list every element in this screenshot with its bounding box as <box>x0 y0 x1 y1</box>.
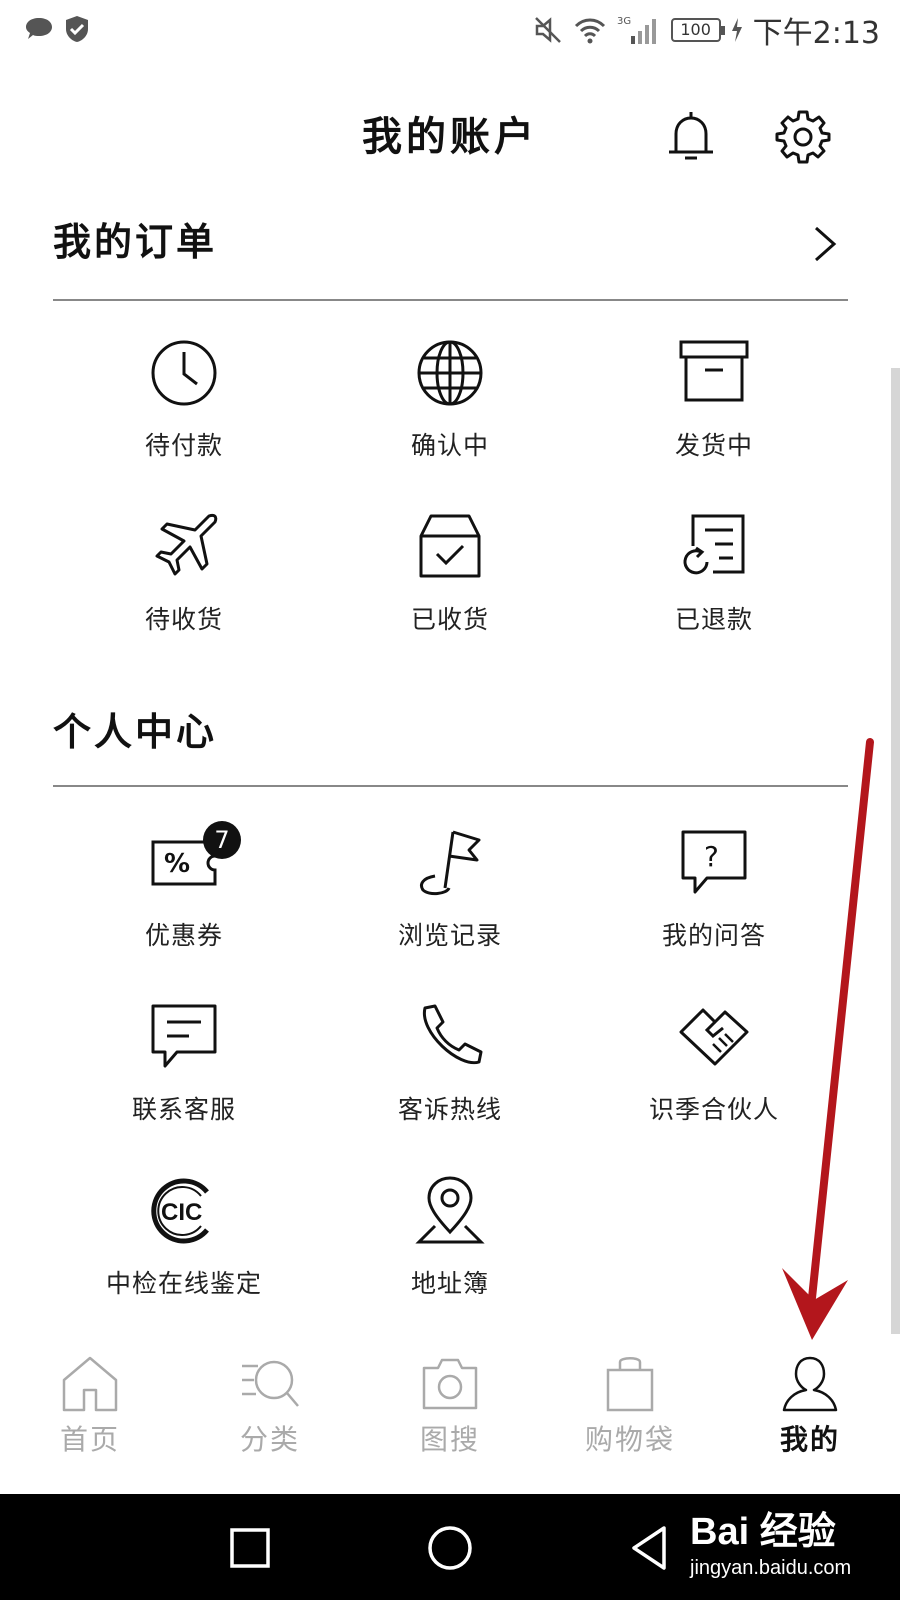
personal-item-label: 浏览记录 <box>397 921 502 950</box>
handshake-icon <box>679 1008 749 1066</box>
nav-label: 图搜 <box>419 1423 480 1456</box>
personal-item-label: 客诉热线 <box>397 1095 502 1124</box>
location-pin-icon <box>415 1176 485 1244</box>
nav-shopping-bag[interactable]: 购物袋 <box>540 1334 720 1456</box>
camera-icon <box>422 1358 478 1410</box>
order-item-label: 已退款 <box>674 605 753 634</box>
message-icon <box>151 1004 217 1068</box>
personal-item-cic-appraisal[interactable]: CIC 中检在线鉴定 <box>52 1176 316 1326</box>
status-time: 下午2:13 <box>752 16 880 51</box>
orders-divider <box>53 299 848 301</box>
chat-bubble-icon <box>26 18 52 39</box>
signal-icon: 3G <box>617 16 656 44</box>
bottom-nav: 首页 分类 图搜 购物袋 我的 <box>0 1334 900 1464</box>
airplane-icon <box>155 513 218 576</box>
mute-icon <box>534 17 561 43</box>
svg-text:CIC: CIC <box>161 1199 202 1226</box>
svg-text:?: ? <box>704 840 719 873</box>
personal-title: 个人中心 <box>53 709 218 754</box>
globe-icon <box>417 340 483 406</box>
order-item-confirming[interactable]: 确认中 <box>318 338 582 488</box>
nav-label: 分类 <box>239 1423 300 1456</box>
personal-item-address-book[interactable]: 地址簿 <box>318 1176 582 1326</box>
watermark-sub: jingyan.baidu.com <box>690 1557 852 1579</box>
svg-text:%: % <box>164 849 190 879</box>
order-item-refunded[interactable]: 已退款 <box>582 512 846 662</box>
page-header: 我的账户 <box>0 96 900 176</box>
shield-check-icon <box>66 16 88 42</box>
personal-item-qa[interactable]: ? 我的问答 <box>582 828 846 978</box>
watermark-main: Bai 经验 <box>690 1511 836 1553</box>
clock-icon <box>151 340 217 406</box>
nav-label: 购物袋 <box>584 1423 675 1456</box>
personal-divider <box>53 785 848 787</box>
orders-title: 我的订单 <box>53 219 218 264</box>
order-item-received[interactable]: 已收货 <box>318 512 582 662</box>
order-item-to-receive[interactable]: 待收货 <box>52 512 316 662</box>
personal-header: 个人中心 <box>53 702 848 762</box>
status-right: 3G 100 下午2:13 <box>533 10 880 51</box>
nav-home[interactable]: 首页 <box>0 1334 180 1456</box>
chevron-right-icon[interactable] <box>810 224 840 264</box>
status-left <box>24 14 90 44</box>
order-item-label: 发货中 <box>674 431 753 460</box>
order-item-label: 待收货 <box>144 605 223 634</box>
back-triangle-icon[interactable] <box>620 1518 680 1578</box>
wifi-icon <box>574 18 605 44</box>
personal-item-label: 中检在线鉴定 <box>105 1269 262 1298</box>
orders-header[interactable]: 我的订单 <box>53 212 848 272</box>
baidu-jingyan-watermark: Bai 经验 jingyan.baidu.com <box>690 1500 890 1596</box>
personal-item-coupons[interactable]: % 优惠券 <box>52 828 316 978</box>
personal-item-label: 识季合伙人 <box>648 1095 779 1124</box>
phone-icon <box>423 1004 483 1065</box>
question-bubble-icon: ? <box>681 830 747 894</box>
personal-item-history[interactable]: 浏览记录 <box>318 828 582 978</box>
gear-icon[interactable] <box>775 108 831 164</box>
cic-logo-icon: CIC <box>151 1178 209 1244</box>
person-icon <box>782 1356 838 1412</box>
page-title: 我的账户 <box>362 113 538 160</box>
nav-image-search[interactable]: 图搜 <box>360 1334 540 1456</box>
refund-document-icon <box>683 514 745 575</box>
personal-item-partner[interactable]: 识季合伙人 <box>582 1002 846 1152</box>
order-item-label: 已收货 <box>410 605 489 634</box>
battery-icon: 100 <box>670 18 725 42</box>
charging-icon <box>731 18 742 42</box>
flag-icon <box>420 830 481 896</box>
shopping-bag-icon <box>606 1357 654 1412</box>
personal-item-label: 地址簿 <box>410 1269 489 1298</box>
order-item-pending-payment[interactable]: 待付款 <box>52 338 316 488</box>
personal-item-label: 联系客服 <box>131 1095 236 1124</box>
personal-item-label: 我的问答 <box>661 921 766 950</box>
box-icon <box>679 340 749 402</box>
personal-item-label: 优惠券 <box>144 921 223 950</box>
personal-item-customer-service[interactable]: 联系客服 <box>52 1002 316 1152</box>
battery-level: 100 <box>680 20 711 39</box>
nav-me[interactable]: 我的 <box>720 1334 900 1456</box>
nav-label: 首页 <box>59 1423 120 1456</box>
order-item-label: 确认中 <box>410 431 489 460</box>
received-box-icon <box>419 514 481 578</box>
recent-apps-icon[interactable] <box>220 1518 280 1578</box>
order-item-shipping[interactable]: 发货中 <box>582 338 846 488</box>
nav-label: 我的 <box>779 1423 840 1456</box>
nav-category[interactable]: 分类 <box>180 1334 360 1456</box>
personal-item-hotline[interactable]: 客诉热线 <box>318 1002 582 1152</box>
home-icon <box>62 1356 118 1412</box>
home-circle-icon[interactable] <box>420 1518 480 1578</box>
status-bar: 3G 100 下午2:13 <box>0 0 900 62</box>
bell-icon[interactable] <box>663 108 719 164</box>
coupon-count-badge: 7 <box>203 821 241 859</box>
svg-text:3G: 3G <box>617 16 631 27</box>
scrollbar[interactable] <box>891 368 900 1338</box>
order-item-label: 待付款 <box>144 431 223 460</box>
category-search-icon <box>242 1360 299 1407</box>
